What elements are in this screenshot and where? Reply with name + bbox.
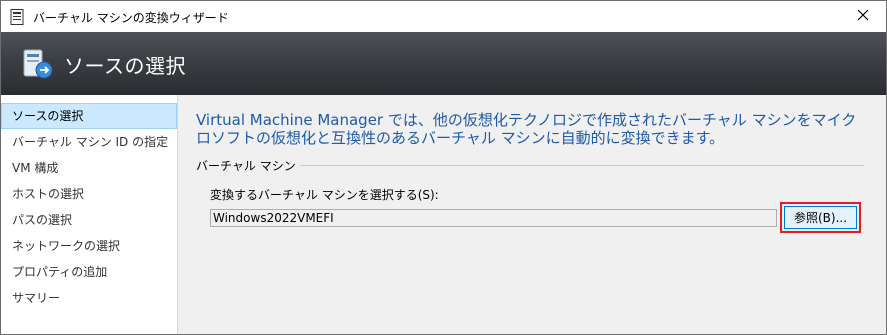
sidebar-item-source-selection[interactable]: ソースの選択 (1, 103, 177, 129)
browse-button[interactable]: 参照(B)... (784, 206, 857, 229)
sidebar-item-label: バーチャル マシン ID の指定 (12, 135, 169, 149)
vm-name-field[interactable] (210, 209, 777, 227)
vm-select-label: 変換するバーチャル マシンを選択する(S): (210, 188, 439, 202)
sidebar-item-label: ネットワークの選択 (12, 239, 121, 253)
wizard-window: バーチャル マシンの変換ウィザード ソースの選択 ソースの選択 バーチャル マシ… (0, 0, 887, 335)
sidebar-item-network-selection[interactable]: ネットワークの選択 (1, 233, 177, 259)
sidebar-item-summary[interactable]: サマリー (1, 285, 177, 311)
sidebar-item-label: プロパティの追加 (12, 265, 108, 279)
group-header: バーチャル マシン (196, 157, 864, 174)
sidebar-item-host-selection[interactable]: ホストの選択 (1, 181, 177, 207)
app-document-icon (10, 9, 24, 25)
header-banner: ソースの選択 (1, 32, 886, 95)
sidebar-item-label: サマリー (12, 291, 61, 305)
sidebar-item-vm-id[interactable]: バーチャル マシン ID の指定 (1, 129, 177, 155)
main-content: Virtual Machine Manager では、他の仮想化テクノロジで作成… (178, 95, 886, 334)
sidebar-item-label: ホストの選択 (12, 187, 85, 201)
close-icon (857, 9, 869, 24)
sidebar-item-path-selection[interactable]: パスの選択 (1, 207, 177, 233)
description-text: Virtual Machine Manager では、他の仮想化テクノロジで作成… (196, 111, 857, 147)
title-bar: バーチャル マシンの変換ウィザード (1, 1, 886, 32)
group-label: バーチャル マシン (196, 157, 300, 174)
close-button[interactable] (840, 1, 886, 32)
sidebar-item-label: VM 構成 (12, 161, 59, 175)
sidebar-item-label: パスの選択 (12, 213, 73, 227)
sidebar-item-label: ソースの選択 (12, 109, 84, 123)
sidebar-item-vm-config[interactable]: VM 構成 (1, 155, 177, 181)
sidebar-item-add-properties[interactable]: プロパティの追加 (1, 259, 177, 285)
wizard-steps-sidebar: ソースの選択 バーチャル マシン ID の指定 VM 構成 ホストの選択 パスの… (1, 95, 178, 334)
page-title: ソースの選択 (64, 54, 186, 78)
window-title: バーチャル マシンの変換ウィザード (33, 11, 229, 25)
vm-convert-icon (21, 48, 55, 82)
